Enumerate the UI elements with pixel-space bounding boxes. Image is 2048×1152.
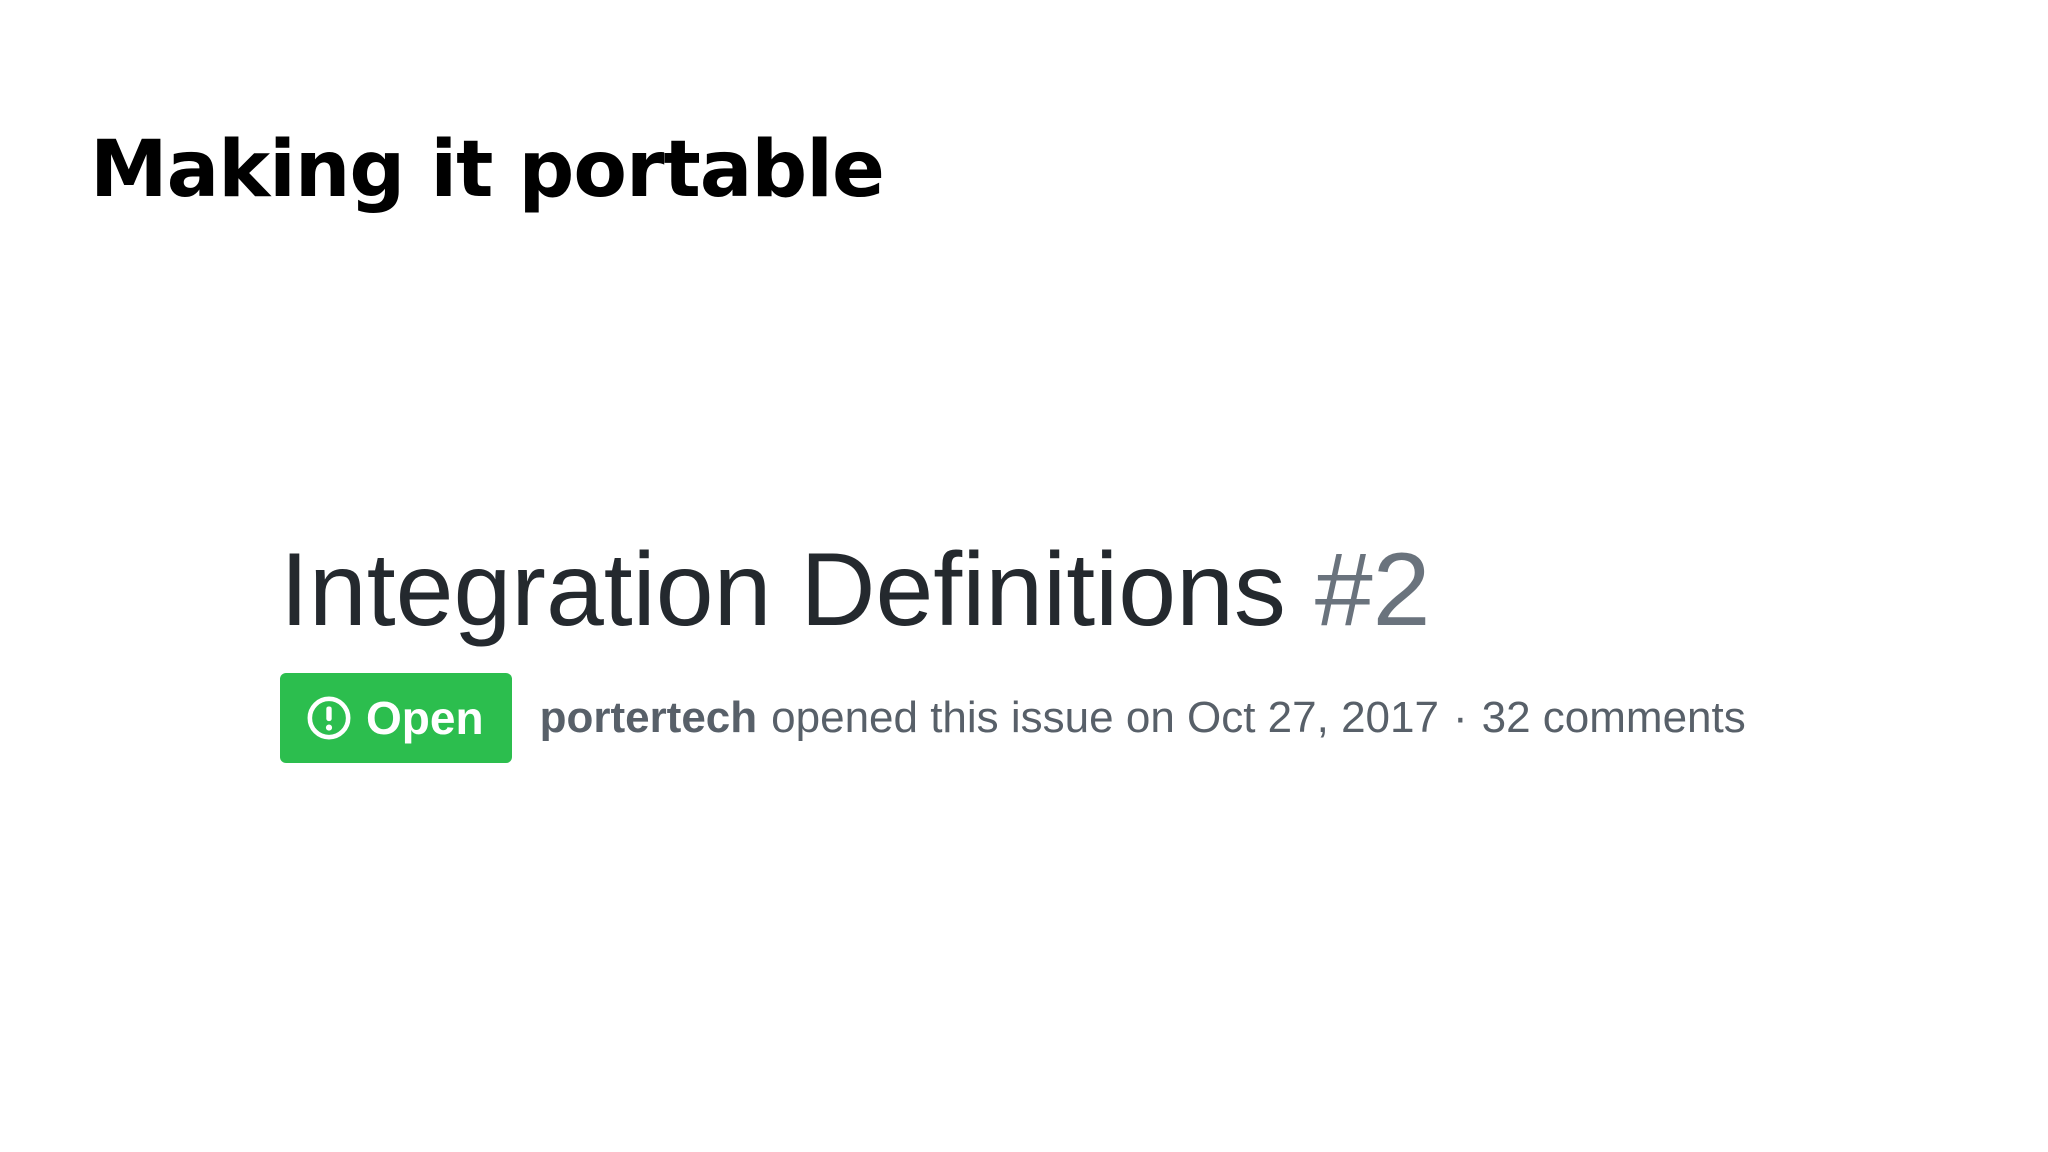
issue-state-label: Open — [366, 692, 484, 744]
issue-opened-icon — [306, 695, 352, 741]
issue-number: #2 — [1314, 532, 1431, 648]
issue-title-text: Integration Definitions — [280, 532, 1286, 648]
issue-comments-link[interactable]: 32 comments — [1482, 693, 1746, 743]
issue-meta: Open portertech opened this issue on Oct… — [280, 673, 1746, 763]
issue-state-badge: Open — [280, 673, 512, 763]
issue-title: Integration Definitions #2 — [280, 530, 1431, 650]
issue-opened-text: opened this issue on Oct 27, 2017 — [771, 693, 1439, 742]
meta-separator: · — [1452, 693, 1468, 742]
issue-author-link[interactable]: portertech — [540, 693, 758, 743]
slide-title: Making it portable — [90, 125, 885, 215]
